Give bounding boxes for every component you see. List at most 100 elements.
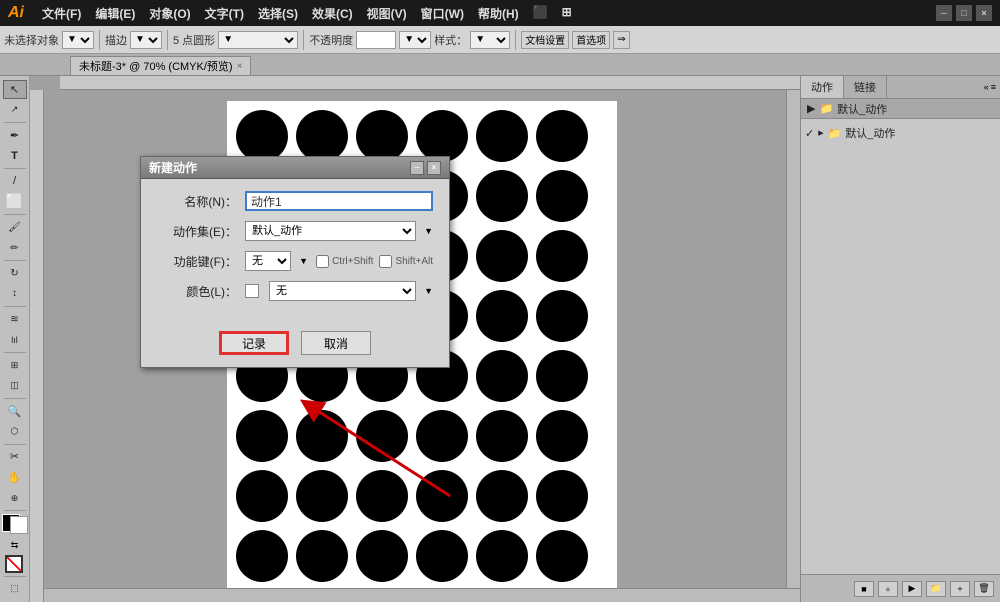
stroke-dropdown[interactable]: ▼ [130,31,162,49]
delete-icon[interactable]: 🗑 [974,581,994,597]
menu-view[interactable]: 视图(V) [361,3,413,24]
horizontal-scrollbar[interactable] [44,588,800,602]
stop-icon[interactable]: ■ [854,581,874,597]
tab-title: 未标题-3* @ 70% (CMYK/预览) [79,58,233,74]
menu-effect[interactable]: 效果(C) [306,3,359,24]
shortcut-dropdown[interactable]: 无 [245,251,291,271]
option-checkbox-group: Shift+Alt [379,255,433,268]
dialog-close[interactable]: × [427,161,441,175]
screen-mode-button[interactable]: ⬚ [3,579,27,598]
app-logo: Ai [8,4,24,22]
ruler-vertical [30,90,44,602]
prefs-button[interactable]: 首选项 [572,31,610,49]
panel-tab-links[interactable]: 链接 [844,76,887,98]
rect-tool[interactable]: ⬜ [3,192,27,211]
opacity-dropdown[interactable]: ▼ [399,31,431,49]
toolbar-separator-1 [99,30,100,50]
menu-text[interactable]: 文字(T) [199,3,250,24]
panel-collapse-icon[interactable]: « [984,82,989,92]
action-play-icon: ▶ [818,129,823,137]
cancel-button[interactable]: 取消 [301,331,371,355]
dialog-set-row: 动作集(E)： 默认_动作 ▼ [157,221,433,241]
ctrl-checkbox[interactable] [316,255,329,268]
close-button[interactable]: × [976,5,992,21]
dialog-minimize[interactable]: ─ [410,161,424,175]
shortcut-checkboxes: Ctrl+Shift Shift+Alt [316,255,433,268]
ctrl-label: Ctrl+Shift [332,256,373,267]
type-tool[interactable]: T [3,146,27,165]
shape-dropdown[interactable]: ▼ [218,31,298,49]
panel-header-title: 默认_动作 [837,101,887,117]
name-input[interactable]: 动作1 [245,191,433,211]
set-label: 动作集(E)： [157,223,237,240]
menu-edit[interactable]: 编辑(E) [89,3,141,24]
color-dropdown[interactable]: 无 [269,281,416,301]
blend-tool[interactable]: ⬡ [3,422,27,441]
color-dropdown-arrow: ▼ [424,286,433,296]
option-checkbox[interactable] [379,255,392,268]
select-tool[interactable]: ↖ [3,80,27,99]
document-tab[interactable]: 未标题-3* @ 70% (CMYK/预览) × [70,56,251,75]
panel-menu-icon[interactable]: ≡ [991,82,996,92]
doc-settings-button[interactable]: 文档设置 [521,31,569,49]
warp-tool[interactable]: ≋ [3,310,27,329]
pen-tool[interactable]: ✒ [3,126,27,145]
record-button[interactable]: 记录 [219,331,289,355]
scale-tool[interactable]: ↕ [3,285,27,304]
rotate-tool[interactable]: ↻ [3,264,27,283]
tab-close-button[interactable]: × [237,61,243,72]
selection-dropdown[interactable]: ▼ [62,31,94,49]
menu-help[interactable]: 帮助(H) [472,3,525,24]
mesh-tool[interactable]: ⊞ [3,356,27,375]
record-icon[interactable]: ● [878,581,898,597]
eyedropper-tool[interactable]: 🔍 [3,402,27,421]
menu-grid[interactable]: ⊞ [556,3,578,24]
menu-object[interactable]: 对象(O) [143,3,196,24]
line-tool[interactable]: / [3,172,27,191]
main-area: ↖ ↗ ✒ T / ⬜ 🖌 ✏ ↻ ↕ ≋ lıl ⊞ ◫ 🔍 ⬡ ✂ ✋ ⊕ … [0,76,1000,602]
maximize-button[interactable]: □ [956,5,972,21]
shortcut-dropdown-arrow: ▼ [299,256,308,266]
fill-stroke-color[interactable] [2,514,28,534]
opacity-input[interactable]: 100% [356,31,396,49]
new-set-icon[interactable]: 📁 [926,581,946,597]
selection-label: 未选择对象 [4,32,59,48]
arrow-button[interactable]: ⇒ [613,31,629,49]
tab-bar: 未标题-3* @ 70% (CMYK/预览) × [0,54,1000,76]
panel-folder-icon: 📁 [819,102,833,115]
panel-tab-actions[interactable]: 动作 [801,76,844,98]
play-icon[interactable]: ▶ [902,581,922,597]
zoom-tool[interactable]: ⊕ [3,489,27,508]
vertical-scrollbar[interactable] [786,90,800,588]
pencil-tool[interactable]: ✏ [3,239,27,258]
menu-file[interactable]: 文件(F) [36,3,87,24]
panel-footer: ■ ● ▶ 📁 + 🗑 [801,574,1000,602]
menu-bar: 文件(F) 编辑(E) 对象(O) 文字(T) 选择(S) 效果(C) 视图(V… [36,3,578,24]
paintbrush-tool[interactable]: 🖌 [3,218,27,237]
graph-tool[interactable]: lıl [3,331,27,350]
hand-tool[interactable]: ✋ [3,468,27,487]
style-dropdown[interactable]: ▼ [470,31,510,49]
scissors-tool[interactable]: ✂ [3,448,27,467]
set-dropdown[interactable]: 默认_动作 [245,221,416,241]
option-label: Shift+Alt [395,256,433,267]
tool-sep-9 [4,510,26,511]
window-controls: ─ □ × [936,5,992,21]
panel-expand-icon[interactable]: ▶ [807,102,815,115]
new-action-icon[interactable]: + [950,581,970,597]
menu-select[interactable]: 选择(S) [252,3,304,24]
dialog-body: 名称(N)： 动作1 动作集(E)： 默认_动作 ▼ 功能键(F)： [141,179,449,323]
menu-extra[interactable]: ⬛ [527,3,554,24]
action-folder-2: 📁 [828,127,842,140]
gradient-tool[interactable]: ◫ [3,376,27,395]
stroke-label: 描边 [105,32,127,48]
minimize-button[interactable]: ─ [936,5,952,21]
ruler-horizontal: /* ruler ticks */ [60,76,800,90]
dialog-shortcut-row: 功能键(F)： 无 ▼ Ctrl+Shift S [157,251,433,271]
stroke-color[interactable] [10,516,28,534]
tool-sep-10 [4,576,26,577]
swap-colors-icon[interactable]: ⇆ [11,540,19,551]
panel-content: ✓ ▶ 📁 默认_动作 [801,119,1000,574]
direct-select-tool[interactable]: ↗ [3,101,27,120]
menu-window[interactable]: 窗口(W) [415,3,470,24]
